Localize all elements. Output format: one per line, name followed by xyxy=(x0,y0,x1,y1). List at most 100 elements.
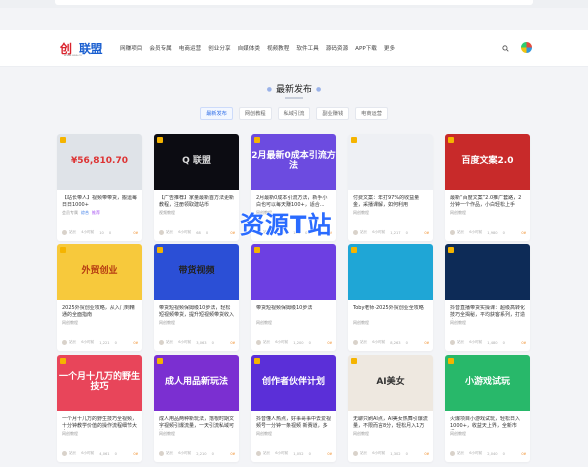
post-card[interactable]: Q 联盟 【广告推荐】家量最新首方法更新教程，注册领取建站币 视频教程 站长 6小时前 6… xyxy=(154,134,239,241)
post-card[interactable]: 带货短视频保姆级10步法 网创教程 站长 6小时前 1,200 0 0¥ xyxy=(251,244,336,351)
post-thumbnail[interactable] xyxy=(251,244,336,300)
search-icon[interactable] xyxy=(502,45,509,52)
post-title[interactable]: 抖音直播带货实操课：超级高转化技巧全揭秘，平均获客系列，打造高... xyxy=(450,305,526,319)
post-thumbnail[interactable]: 小游戏试玩 xyxy=(445,355,530,411)
post-price: 0¥ xyxy=(521,340,526,345)
post-tag[interactable]: 网创教程 xyxy=(159,320,175,326)
meta-item: 站长 xyxy=(360,340,368,344)
post-price: 0¥ xyxy=(133,340,138,345)
post-tag[interactable]: 网创教程 xyxy=(62,431,78,437)
post-meta: 站长 4小时前 10 0 0¥ xyxy=(62,230,138,235)
post-thumbnail[interactable] xyxy=(445,244,530,300)
post-tag[interactable]: 网创教程 xyxy=(450,210,466,216)
post-title[interactable]: 【广告推荐】家量最新首方法更新教程，注册领取建站币 xyxy=(159,195,235,209)
meta-item: 6小时前 xyxy=(81,451,95,455)
post-card[interactable]: 百度文案2.0 最新“百度文案”2.0推广套路，2分钟一个作品，小白轻松上手 网创教… xyxy=(445,134,530,241)
post-card[interactable]: ¥56,810.70 【站长带人】视频带带货，搬运每日日1000+ 会员专属 综合 推荐… xyxy=(57,134,142,241)
meta-item: 站长 xyxy=(69,230,77,234)
post-thumbnail[interactable]: Q 联盟 xyxy=(154,134,239,190)
nav-item[interactable]: 网赚项目 xyxy=(120,44,142,52)
nav-item[interactable]: 创业分享 xyxy=(208,44,230,52)
post-tag[interactable]: 网创教程 xyxy=(62,320,78,326)
post-tag[interactable]: 网创教程 xyxy=(159,431,175,437)
tag-row: 网创教程 xyxy=(450,431,466,437)
post-title[interactable]: 【站长带人】视频带带货，搬运每日日1000+ xyxy=(62,195,138,209)
post-card[interactable]: 一个月十几万的野生技巧一个月十几万的野生技巧全视频，十分钟教学价值的操作流程细节… xyxy=(57,355,142,462)
post-title[interactable]: 一个月十几万的野生技巧全视频，十分钟教学价值的操作流程细节大全 xyxy=(62,416,138,430)
post-thumbnail[interactable]: 带货视频 xyxy=(154,244,239,300)
post-thumbnail[interactable]: 2月最新0成本引流方法 xyxy=(251,134,336,190)
post-tag[interactable]: 综合 xyxy=(81,210,89,216)
post-title[interactable]: 火爆项目小游戏试玩，轻松日入1000+，收益天上界，全新市场！ xyxy=(450,416,526,430)
post-tag[interactable]: 网创教程 xyxy=(450,320,466,326)
nav-item[interactable]: 软件工具 xyxy=(296,44,318,52)
post-thumbnail[interactable] xyxy=(348,134,433,190)
post-thumbnail[interactable]: AI美女 xyxy=(348,355,433,411)
nav-item[interactable]: 更多 xyxy=(384,44,395,52)
nav-item[interactable]: 视频教程 xyxy=(267,44,289,52)
post-title[interactable]: 付费文案：年打97%的收益量金，采播课解，如何利用deepseek来... xyxy=(353,195,429,209)
meta-item: 站长 xyxy=(166,451,174,455)
post-title[interactable]: 带货短视频保姆级10步法 xyxy=(256,305,332,319)
post-thumbnail[interactable]: 创作者伙伴计划 xyxy=(251,355,336,411)
nav-item[interactable]: 源码资源 xyxy=(326,44,348,52)
nav-item[interactable]: 电商运营 xyxy=(179,44,201,52)
thumbnail-text: 小游戏试玩 xyxy=(464,377,510,388)
thumbnail-text: 外贸创业 xyxy=(81,266,118,277)
tab-item[interactable]: 最新发布 xyxy=(200,107,233,120)
post-thumbnail[interactable] xyxy=(348,244,433,300)
post-thumbnail[interactable]: 成人用品新玩法 xyxy=(154,355,239,411)
post-title[interactable]: 最新“百度文案”2.0推广套路，2分钟一个作品，小白轻松上手 xyxy=(450,195,526,209)
post-card[interactable]: AI美女无聊只刷AI点，AI美女热舞引爆流量，不限而言8分，轻松月入1万 网创教程… xyxy=(348,355,433,462)
post-title[interactable]: 成人用品两种新玩法，落根时期文字视频引爆流量，一天引流私域可达... xyxy=(159,416,235,430)
post-tag[interactable]: 网创教程 xyxy=(353,431,369,437)
post-title[interactable]: 抖音懂人热点，好事哥事中去爱视频号一分钟一条视频 新赛道，多平... xyxy=(256,416,332,430)
post-card[interactable]: Toby老师·2025外贸创业全攻略 网创教程站长 6小时前 8,263 0 0¥ xyxy=(348,244,433,351)
nav-menu: 网赚项目 会员专属 电商运营 创业分享 自媒体类 视频教程 软件工具 源码资源 APP下载 更多 xyxy=(120,44,402,52)
tab-item[interactable]: 电商运营 xyxy=(355,107,388,120)
badge-icon xyxy=(351,137,357,143)
site-logo[interactable]: 创 联盟 www.aaa.cn xyxy=(60,40,104,57)
post-tag[interactable]: 会员专属 xyxy=(62,210,78,216)
post-tag[interactable]: 视频教程 xyxy=(159,210,175,216)
post-card[interactable]: 创作者伙伴计划抖音懂人热点，好事哥事中去爱视频号一分钟一条视频 新赛道，多平..… xyxy=(251,355,336,462)
tag-row: 网创教程 xyxy=(450,320,466,326)
post-tag[interactable]: 网创教程 xyxy=(256,431,272,437)
post-card[interactable]: 抖音直播带货实操课：超级高转化技巧全揭秘，平均获客系列，打造高...网创教程站长… xyxy=(445,244,530,351)
nav-item[interactable]: 会员专属 xyxy=(149,44,171,52)
meta-item: 0 xyxy=(308,340,311,345)
tag-row: 视频教程 xyxy=(159,210,175,216)
post-price: 0¥ xyxy=(133,230,138,235)
tab-item[interactable]: 私域引流 xyxy=(277,107,311,120)
badge-icon xyxy=(448,137,454,143)
user-avatar[interactable] xyxy=(521,42,532,53)
nav-item[interactable]: APP下载 xyxy=(355,44,377,52)
title-underline xyxy=(285,97,303,99)
post-tag[interactable]: 网创教程 xyxy=(353,210,369,216)
post-thumbnail[interactable]: ¥56,810.70 xyxy=(57,134,142,190)
post-price: 0¥ xyxy=(327,340,332,345)
nav-item[interactable]: 自媒体类 xyxy=(238,44,260,52)
post-card[interactable]: 带货视频 带货短视频保姆级10步法，轻松短视频带货，提升短视频带货收入 网创教程 站长… xyxy=(154,244,239,351)
post-thumbnail[interactable]: 百度文案2.0 xyxy=(445,134,530,190)
post-tag[interactable]: 推荐 xyxy=(92,210,100,216)
post-card[interactable]: 小游戏试玩火爆项目小游戏试玩，轻松日入1000+，收益天上界，全新市场！网创教程… xyxy=(445,355,530,462)
post-card[interactable]: 成人用品新玩法成人用品两种新玩法，落根时期文字视频引爆流量，一天引流私域可达..… xyxy=(154,355,239,462)
tab-item[interactable]: 副业赚钱 xyxy=(316,107,350,120)
post-title[interactable]: Toby老师·2025外贸创业全攻略 xyxy=(353,305,429,319)
post-title[interactable]: 无聊只刷AI点，AI美女热舞引爆流量，不限而言8分，轻松月入1万 xyxy=(353,416,429,430)
post-tag[interactable]: 网创教程 xyxy=(450,431,466,437)
post-tag[interactable]: 网创教程 xyxy=(256,320,272,326)
post-thumbnail[interactable]: 一个月十几万的野生技巧 xyxy=(57,355,142,411)
post-title[interactable]: 带货短视频保姆级10步法，轻松短视频带货，提升短视频带货收入 xyxy=(159,305,235,319)
post-title[interactable]: 2025外贸创业攻略，从入门到精通的全面指南 xyxy=(62,305,138,319)
meta-item: 6小时前 xyxy=(372,230,386,234)
post-meta: 站长 6小时前 8,263 0 0¥ xyxy=(353,340,429,345)
post-thumbnail[interactable]: 外贸创业 xyxy=(57,244,142,300)
badge-icon xyxy=(60,358,66,364)
post-meta: 站长 6小时前 1,302 0 0¥ xyxy=(353,451,429,456)
post-card[interactable]: 外贸创业 2025外贸创业攻略，从入门到精通的全面指南 网创教程 站长 6小时前 1,22… xyxy=(57,244,142,351)
post-tag[interactable]: 网创教程 xyxy=(353,320,369,326)
post-card[interactable]: 付费文案：年打97%的收益量金，采播课解，如何利用deepseek来...网创教… xyxy=(348,134,433,241)
tab-item[interactable]: 网创教程 xyxy=(238,107,272,120)
